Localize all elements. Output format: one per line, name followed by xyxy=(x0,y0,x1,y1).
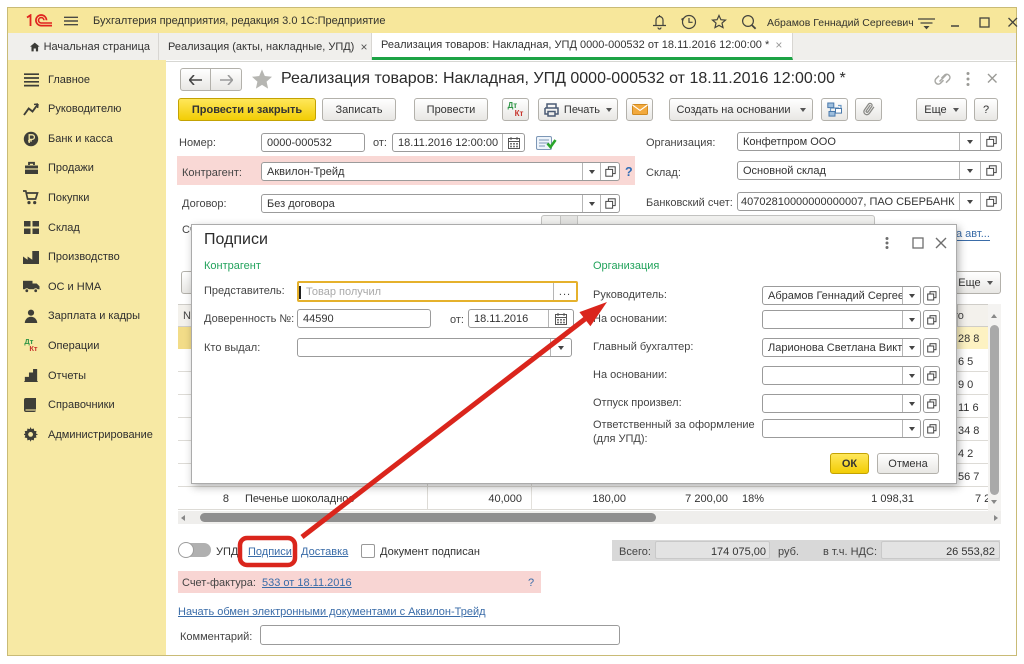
svg-text:Абрамов Геннадий Сергеевич: Абрамов Геннадий Сергеевич xyxy=(767,17,914,29)
